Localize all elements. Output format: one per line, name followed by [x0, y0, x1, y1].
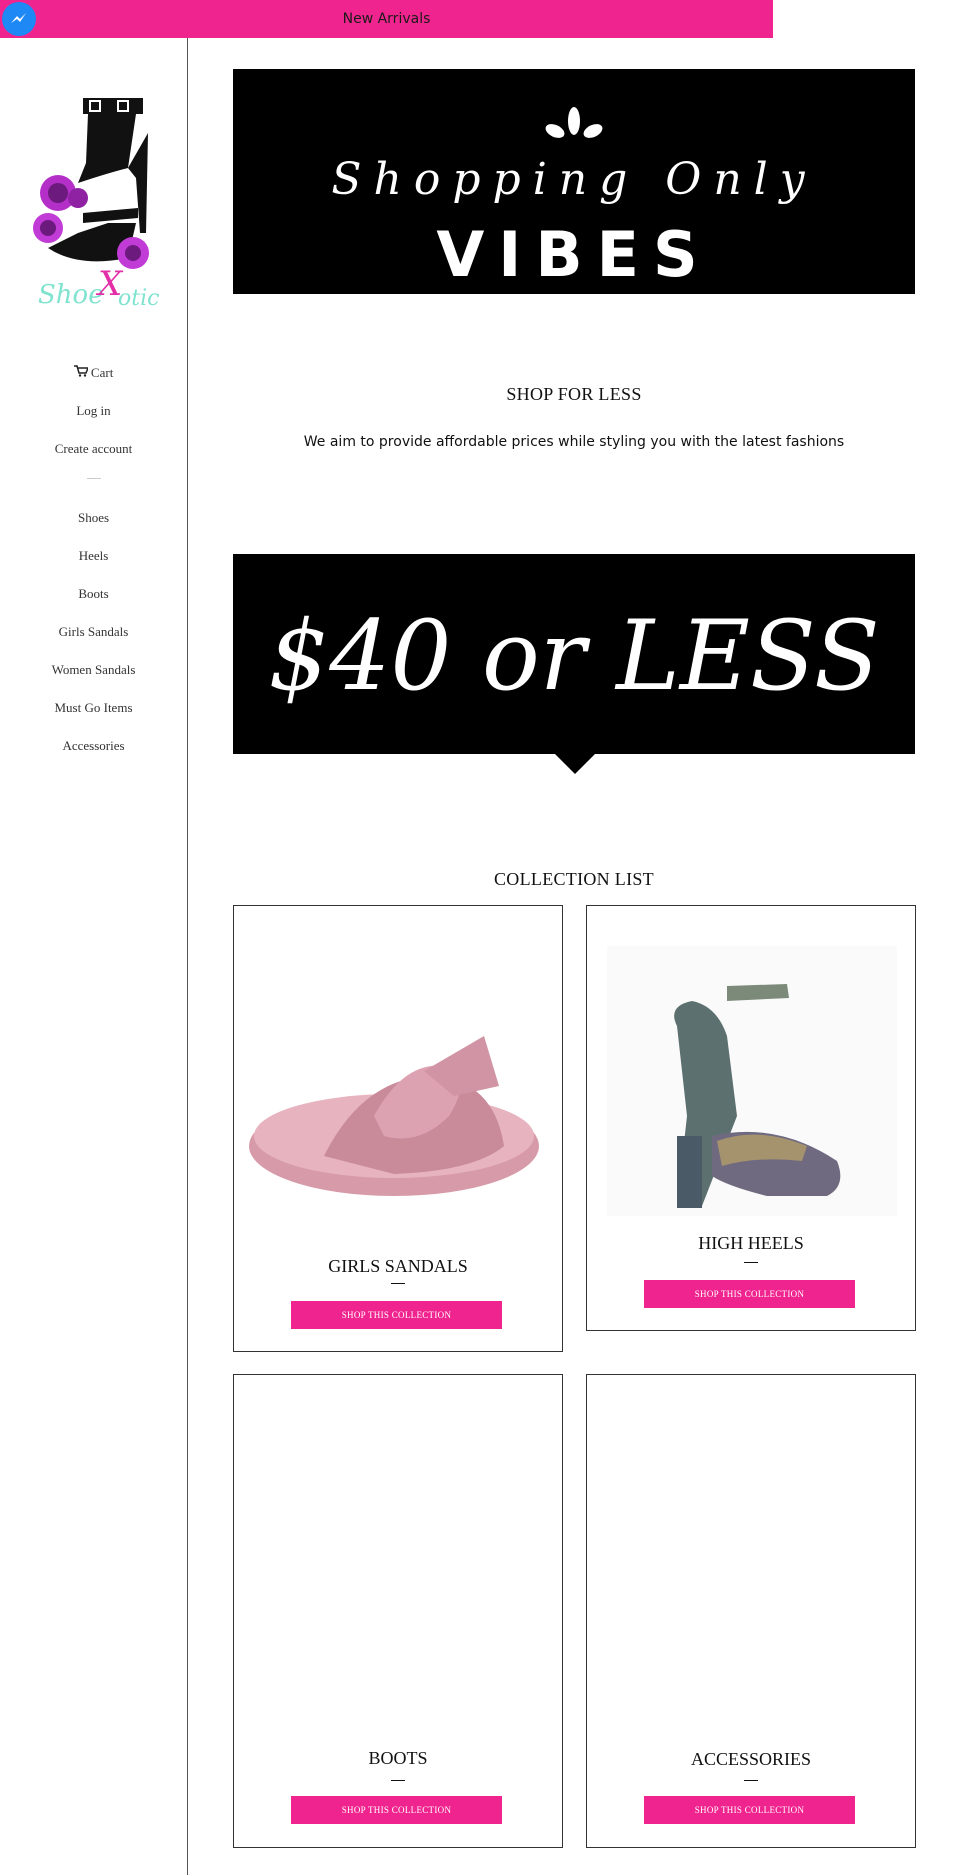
price-banner[interactable]: $40 or LESS	[233, 554, 915, 754]
collection-title[interactable]: GIRLS SANDALS	[234, 1256, 562, 1277]
collection-card-girls-sandals[interactable]: GIRLS SANDALS SHOP THIS COLLECTION	[233, 905, 563, 1352]
sidebar-item-label: Women Sandals	[51, 662, 136, 677]
sidebar-item-login[interactable]: Log in	[0, 392, 187, 430]
sidebar-item-girls-sandals[interactable]: Girls Sandals	[0, 613, 187, 651]
cart-icon	[73, 365, 91, 380]
sidebar-item-label: Create account	[54, 441, 133, 456]
sidebar-item-boots[interactable]: Boots	[0, 575, 187, 613]
sidebar-item-cart[interactable]: Cart	[0, 354, 187, 392]
svg-text:otic: otic	[118, 286, 159, 311]
brand-logo[interactable]: Shoe X otic	[18, 73, 168, 313]
pink-slide-sandal-image	[249, 1036, 539, 1196]
sidebar: Shoe X otic Cart Log in Create account S…	[0, 38, 188, 1875]
messenger-icon[interactable]	[2, 2, 36, 36]
sidebar-item-label: Girls Sandals	[58, 624, 129, 639]
sidebar-item-shoes[interactable]: Shoes	[0, 499, 187, 537]
collection-title[interactable]: BOOTS	[234, 1748, 562, 1769]
intro-title: SHOP FOR LESS	[506, 384, 642, 404]
sidebar-item-label: Accessories	[62, 738, 125, 753]
sidebar-nav: Cart Log in Create account Shoes Heels B…	[0, 354, 187, 765]
announcement-bar[interactable]: New Arrivals	[0, 0, 773, 38]
collection-title[interactable]: ACCESSORIES	[587, 1749, 915, 1770]
sidebar-item-label: Must Go Items	[54, 700, 133, 715]
collection-divider	[391, 1780, 405, 1781]
sidebar-item-accessories[interactable]: Accessories	[0, 727, 187, 765]
sidebar-item-label: Shoes	[77, 510, 110, 525]
banner-line2: VIBES	[436, 218, 711, 291]
banner-line1: Shopping Only	[331, 154, 816, 205]
collection-card-high-heels[interactable]: HIGH HEELS SHOP THIS COLLECTION	[586, 905, 916, 1331]
sidebar-item-label: Boots	[78, 586, 109, 601]
shop-collection-button[interactable]: SHOP THIS COLLECTION	[291, 1301, 502, 1329]
sidebar-item-women-sandals[interactable]: Women Sandals	[0, 651, 187, 689]
intro-subtitle: We aim to provide affordable prices whil…	[303, 434, 845, 450]
sidebar-item-create-account[interactable]: Create account	[0, 430, 187, 468]
shop-collection-button[interactable]: SHOP THIS COLLECTION	[291, 1796, 502, 1824]
shop-collection-button[interactable]: SHOP THIS COLLECTION	[644, 1796, 855, 1824]
announcement-text[interactable]: New Arrivals	[343, 11, 431, 27]
sidebar-item-label: Log in	[76, 403, 111, 418]
svg-text:Shoe: Shoe	[38, 280, 104, 310]
collection-card-boots[interactable]: BOOTS SHOP THIS COLLECTION	[233, 1374, 563, 1848]
sidebar-item-heels[interactable]: Heels	[0, 537, 187, 575]
sidebar-divider	[86, 478, 101, 479]
price-banner-text: $40 or LESS	[268, 600, 880, 712]
collection-card-accessories[interactable]: ACCESSORIES SHOP THIS COLLECTION	[586, 1374, 916, 1848]
glitter-heel-image	[607, 946, 897, 1216]
sidebar-item-label: Cart	[90, 365, 114, 380]
shop-collection-button[interactable]: SHOP THIS COLLECTION	[644, 1280, 855, 1308]
collection-divider	[744, 1262, 758, 1263]
price-banner-pointer	[555, 754, 595, 774]
collection-divider	[391, 1283, 405, 1284]
collection-list-title: COLLECTION LIST	[494, 869, 654, 889]
splash-icon	[545, 107, 603, 138]
collection-title[interactable]: HIGH HEELS	[587, 1233, 915, 1254]
sidebar-item-label: Heels	[78, 548, 109, 563]
collection-divider	[744, 1780, 758, 1781]
hero-banner-vibes[interactable]: Shopping Only VIBES	[233, 69, 915, 294]
sidebar-item-must-go-items[interactable]: Must Go Items	[0, 689, 187, 727]
